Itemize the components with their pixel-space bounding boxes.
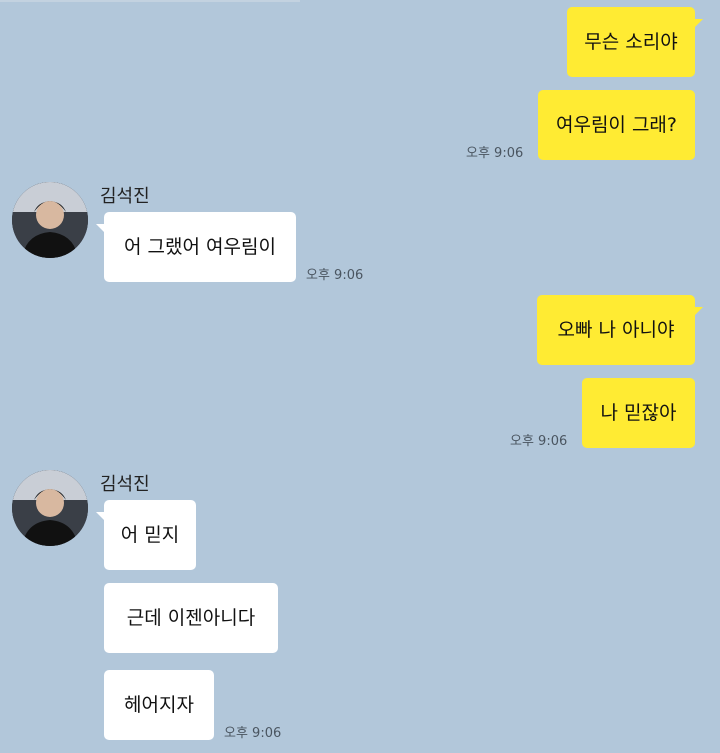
message-text: 여우림이 그래? xyxy=(555,114,677,136)
message-text: 오빠 나 아니야 xyxy=(557,319,675,341)
friend-message-bubble[interactable]: 어 믿지 xyxy=(96,500,196,570)
message-timestamp: 오후 9:06 xyxy=(306,268,364,283)
message-text: 헤어지자 xyxy=(124,694,194,716)
my-message-bubble[interactable]: 오빠 나 아니야 xyxy=(537,295,703,365)
avatar-image xyxy=(12,182,88,258)
message-timestamp: 오후 9:06 xyxy=(510,434,568,449)
contact-avatar[interactable] xyxy=(12,470,88,546)
avatar-image xyxy=(12,470,88,546)
message-text: 나 믿잖아 xyxy=(600,402,677,424)
contact-name: 김석진 xyxy=(100,474,150,495)
contact-name: 김석진 xyxy=(100,186,150,207)
friend-message-bubble[interactable]: 근데 이젠아니다 xyxy=(104,583,278,653)
contact-avatar[interactable] xyxy=(12,182,88,258)
message-text: 어 믿지 xyxy=(120,524,180,546)
top-divider xyxy=(0,0,300,2)
message-text: 근데 이젠아니다 xyxy=(126,607,256,629)
my-message-bubble[interactable]: 나 믿잖아 xyxy=(582,378,695,448)
message-timestamp: 오후 9:06 xyxy=(466,146,524,161)
my-message-bubble[interactable]: 무슨 소리야 xyxy=(567,7,703,77)
friend-message-bubble[interactable]: 어 그랬어 여우림이 xyxy=(96,212,296,282)
my-message-bubble[interactable]: 여우림이 그래? xyxy=(538,90,695,160)
message-timestamp: 오후 9:06 xyxy=(224,726,282,741)
message-text: 어 그랬어 여우림이 xyxy=(124,236,276,258)
friend-message-bubble[interactable]: 헤어지자 xyxy=(104,670,214,740)
message-text: 무슨 소리야 xyxy=(584,31,678,53)
